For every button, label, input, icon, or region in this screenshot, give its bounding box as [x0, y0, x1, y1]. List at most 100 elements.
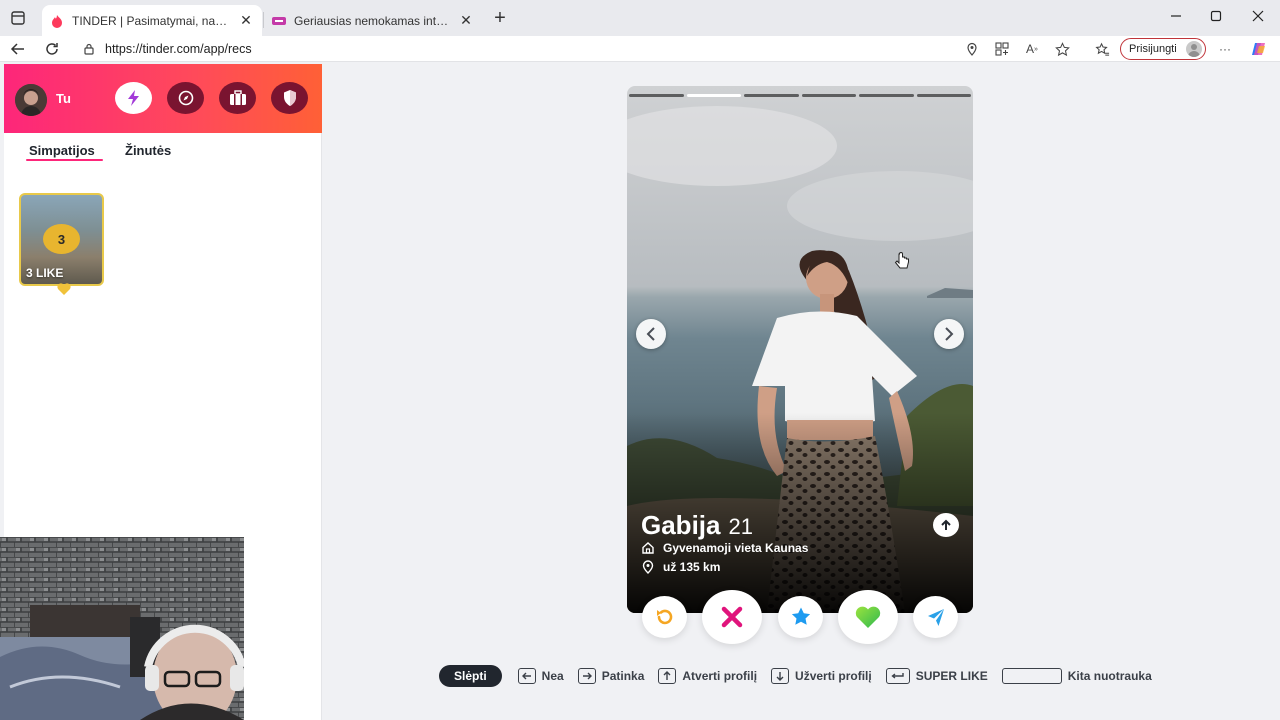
photo-progress: [627, 94, 973, 98]
shortcut-nope: Nea: [517, 668, 564, 684]
location-pin-icon: [642, 560, 654, 574]
new-tab-button[interactable]: +: [490, 7, 510, 29]
back-button[interactable]: [8, 39, 28, 59]
send-boost-icon: [927, 609, 944, 626]
like-button[interactable]: [838, 590, 898, 644]
profile-age: 21: [728, 514, 753, 539]
explore-icon: [178, 90, 193, 106]
nope-button[interactable]: [702, 590, 762, 644]
location-icon[interactable]: [963, 40, 981, 58]
favorites-icon[interactable]: [1093, 40, 1111, 58]
url-text: https://tinder.com/app/recs: [105, 42, 252, 56]
minimize-button[interactable]: [1164, 6, 1188, 26]
profile-card[interactable]: Gabija 21 Gyvenamoji vieta Kaunas už 135…: [627, 86, 973, 613]
shortcut-label: Patinka: [601, 669, 645, 683]
shortcut-label: Užverti profilį: [795, 669, 872, 683]
chevron-left-icon: [646, 327, 655, 341]
site-info-icon[interactable]: [82, 42, 96, 56]
shortcut-label: SUPER LIKE: [915, 669, 988, 683]
hand-cursor-icon: [894, 252, 909, 269]
read-aloud-icon[interactable]: A»: [1023, 40, 1041, 58]
maximize-button[interactable]: [1204, 6, 1228, 26]
signin-label: Prisijungti: [1129, 43, 1177, 55]
tinder-flame-icon: [52, 14, 62, 28]
chevron-right-icon: [945, 327, 954, 341]
nope-icon: [721, 606, 743, 628]
boost-button[interactable]: [115, 82, 152, 114]
shortcut-next-photo: Kita nuotrauka: [1001, 668, 1152, 684]
tab-actions-icon[interactable]: [10, 10, 26, 26]
previous-photo-button[interactable]: [636, 319, 666, 349]
browser-tab-bar: TINDER | Pasimatymai, nauji draugai ✕ Ge…: [0, 0, 1280, 36]
photo-progress-segment[interactable]: [686, 94, 741, 97]
site-favicon-icon: [272, 16, 286, 25]
super-like-button[interactable]: [778, 596, 823, 638]
close-icon[interactable]: ✕: [458, 12, 474, 29]
tab-title: Geriausias nemokamas internetinis: [294, 13, 452, 28]
briefcase-button[interactable]: [219, 82, 256, 114]
more-options-icon[interactable]: ···: [1216, 40, 1234, 58]
open-profile-button[interactable]: [933, 513, 959, 537]
profile-distance: už 135 km: [641, 560, 720, 574]
tab-tinder[interactable]: TINDER | Pasimatymai, nauji draugai ✕: [42, 5, 262, 36]
photo-progress-segment[interactable]: [744, 94, 799, 97]
webcam-overlay: [0, 537, 244, 720]
boost-send-button[interactable]: [913, 596, 958, 638]
likes-you-card[interactable]: 3 3 LIKE: [19, 193, 104, 286]
shortcut-super-like: SUPER LIKE: [885, 668, 988, 684]
sidebar-tabs: Simpatijos Žinutės: [4, 133, 322, 165]
space-key-icon: [1001, 668, 1062, 684]
residence-text: Gyvenamoji vieta Kaunas: [663, 541, 809, 555]
like-icon: [855, 606, 881, 628]
address-bar-row: https://tinder.com/app/recs A» Prisijung…: [0, 36, 1280, 62]
likes-count-badge: 3: [43, 224, 80, 254]
up-arrow-key-icon: [658, 668, 677, 684]
url-field[interactable]: https://tinder.com/app/recs: [74, 37, 1110, 61]
shortcut-label: Atverti profilį: [682, 669, 758, 683]
shortcut-open-profile: Atverti profilį: [658, 668, 757, 684]
profile-name: Gabija: [641, 510, 721, 540]
rewind-icon: [656, 609, 672, 625]
photo-progress-segment[interactable]: [916, 94, 971, 97]
enter-key-icon: [885, 668, 910, 684]
app-available-icon[interactable]: [993, 40, 1011, 58]
shortcut-label: Nea: [541, 669, 564, 683]
right-arrow-key-icon: [577, 668, 596, 684]
shortcut-like: Patinka: [577, 668, 645, 684]
super-like-icon: [791, 607, 810, 625]
explore-button[interactable]: [167, 82, 204, 114]
photo-progress-segment[interactable]: [859, 94, 914, 97]
profile-name-row: Gabija 21: [641, 510, 753, 541]
tab-title: TINDER | Pasimatymai, nauji draugai: [72, 13, 232, 28]
home-icon: [642, 542, 654, 554]
hide-shortcuts-button[interactable]: Slėpti: [439, 665, 502, 687]
safety-button[interactable]: [271, 82, 308, 114]
tab-matches[interactable]: Simpatijos: [29, 143, 95, 158]
next-photo-button[interactable]: [934, 319, 964, 349]
tab-other[interactable]: Geriausias nemokamas internetinis ✕: [264, 5, 482, 36]
briefcase-icon: [229, 90, 246, 105]
signin-button[interactable]: Prisijungti: [1120, 38, 1206, 60]
photo-progress-segment[interactable]: [801, 94, 856, 97]
left-arrow-key-icon: [517, 668, 536, 684]
boost-icon: [127, 90, 139, 106]
close-window-button[interactable]: [1246, 6, 1270, 26]
photo-progress-segment[interactable]: [629, 94, 684, 97]
keyboard-shortcuts-bar: Slėpti Nea Patinka Atverti profilį Užver…: [439, 665, 1166, 687]
reload-button[interactable]: [42, 39, 62, 59]
active-tab-indicator: [26, 159, 103, 161]
profile-avatar-icon: [1186, 41, 1202, 57]
likes-label: 3 LIKE: [26, 266, 64, 280]
close-icon[interactable]: ✕: [238, 12, 254, 29]
sidebar-header: Tu: [4, 64, 322, 133]
favorite-star-icon[interactable]: [1053, 40, 1071, 58]
rewind-button[interactable]: [642, 596, 687, 638]
distance-text: už 135 km: [663, 560, 721, 574]
copilot-icon[interactable]: [1250, 40, 1268, 58]
user-avatar[interactable]: [15, 84, 47, 116]
user-name[interactable]: Tu: [56, 91, 71, 106]
tab-messages[interactable]: Žinutės: [125, 143, 171, 158]
profile-residence: Gyvenamoji vieta Kaunas: [641, 541, 808, 555]
arrow-up-icon: [941, 519, 951, 530]
gold-heart-icon: [57, 283, 71, 295]
